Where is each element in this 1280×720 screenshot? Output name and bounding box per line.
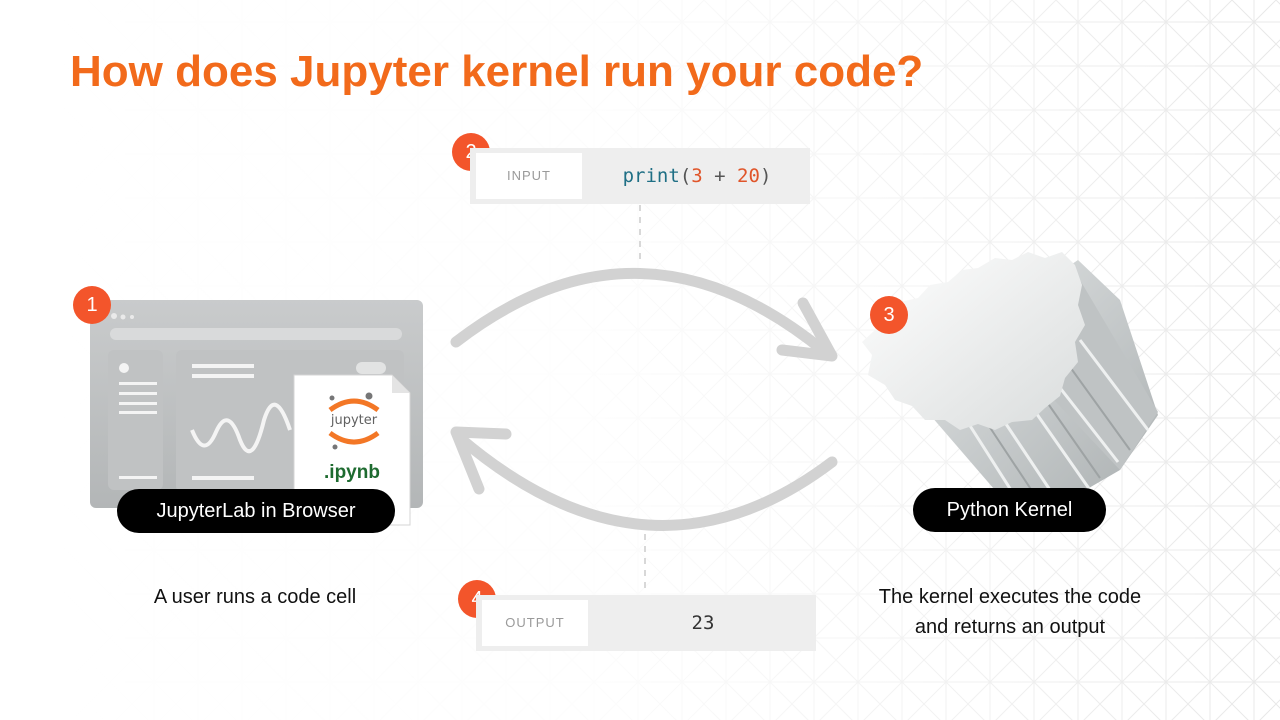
input-code: print(3 + 20) [590, 148, 804, 204]
input-box: INPUT print(3 + 20) [470, 148, 810, 204]
browser-caption: A user runs a code cell [95, 582, 415, 612]
kernel-caption: The kernel executes the code and returns… [855, 582, 1165, 642]
code-operator: + [702, 165, 738, 187]
code-number-b: 20 [737, 165, 760, 187]
code-paren-close: ) [759, 165, 772, 187]
kernel-caption-line-2: and returns an output [914, 616, 1106, 638]
code-function: print [622, 165, 680, 187]
input-label: INPUT [476, 153, 582, 199]
output-label: OUTPUT [482, 600, 588, 646]
step-3-badge: 3 [870, 296, 908, 334]
kernel-caption-line-1: The kernel executes the code [878, 586, 1142, 608]
browser-caption-text: A user runs a code cell [153, 586, 357, 608]
kernel-pill: Python Kernel [913, 488, 1106, 532]
output-value: 23 [691, 612, 715, 634]
output-box: OUTPUT 23 [476, 595, 816, 651]
browser-pill: JupyterLab in Browser [117, 489, 395, 533]
code-number-a: 3 [691, 165, 703, 187]
step-1-badge: 1 [73, 286, 111, 324]
code-paren-open: ( [679, 165, 692, 187]
